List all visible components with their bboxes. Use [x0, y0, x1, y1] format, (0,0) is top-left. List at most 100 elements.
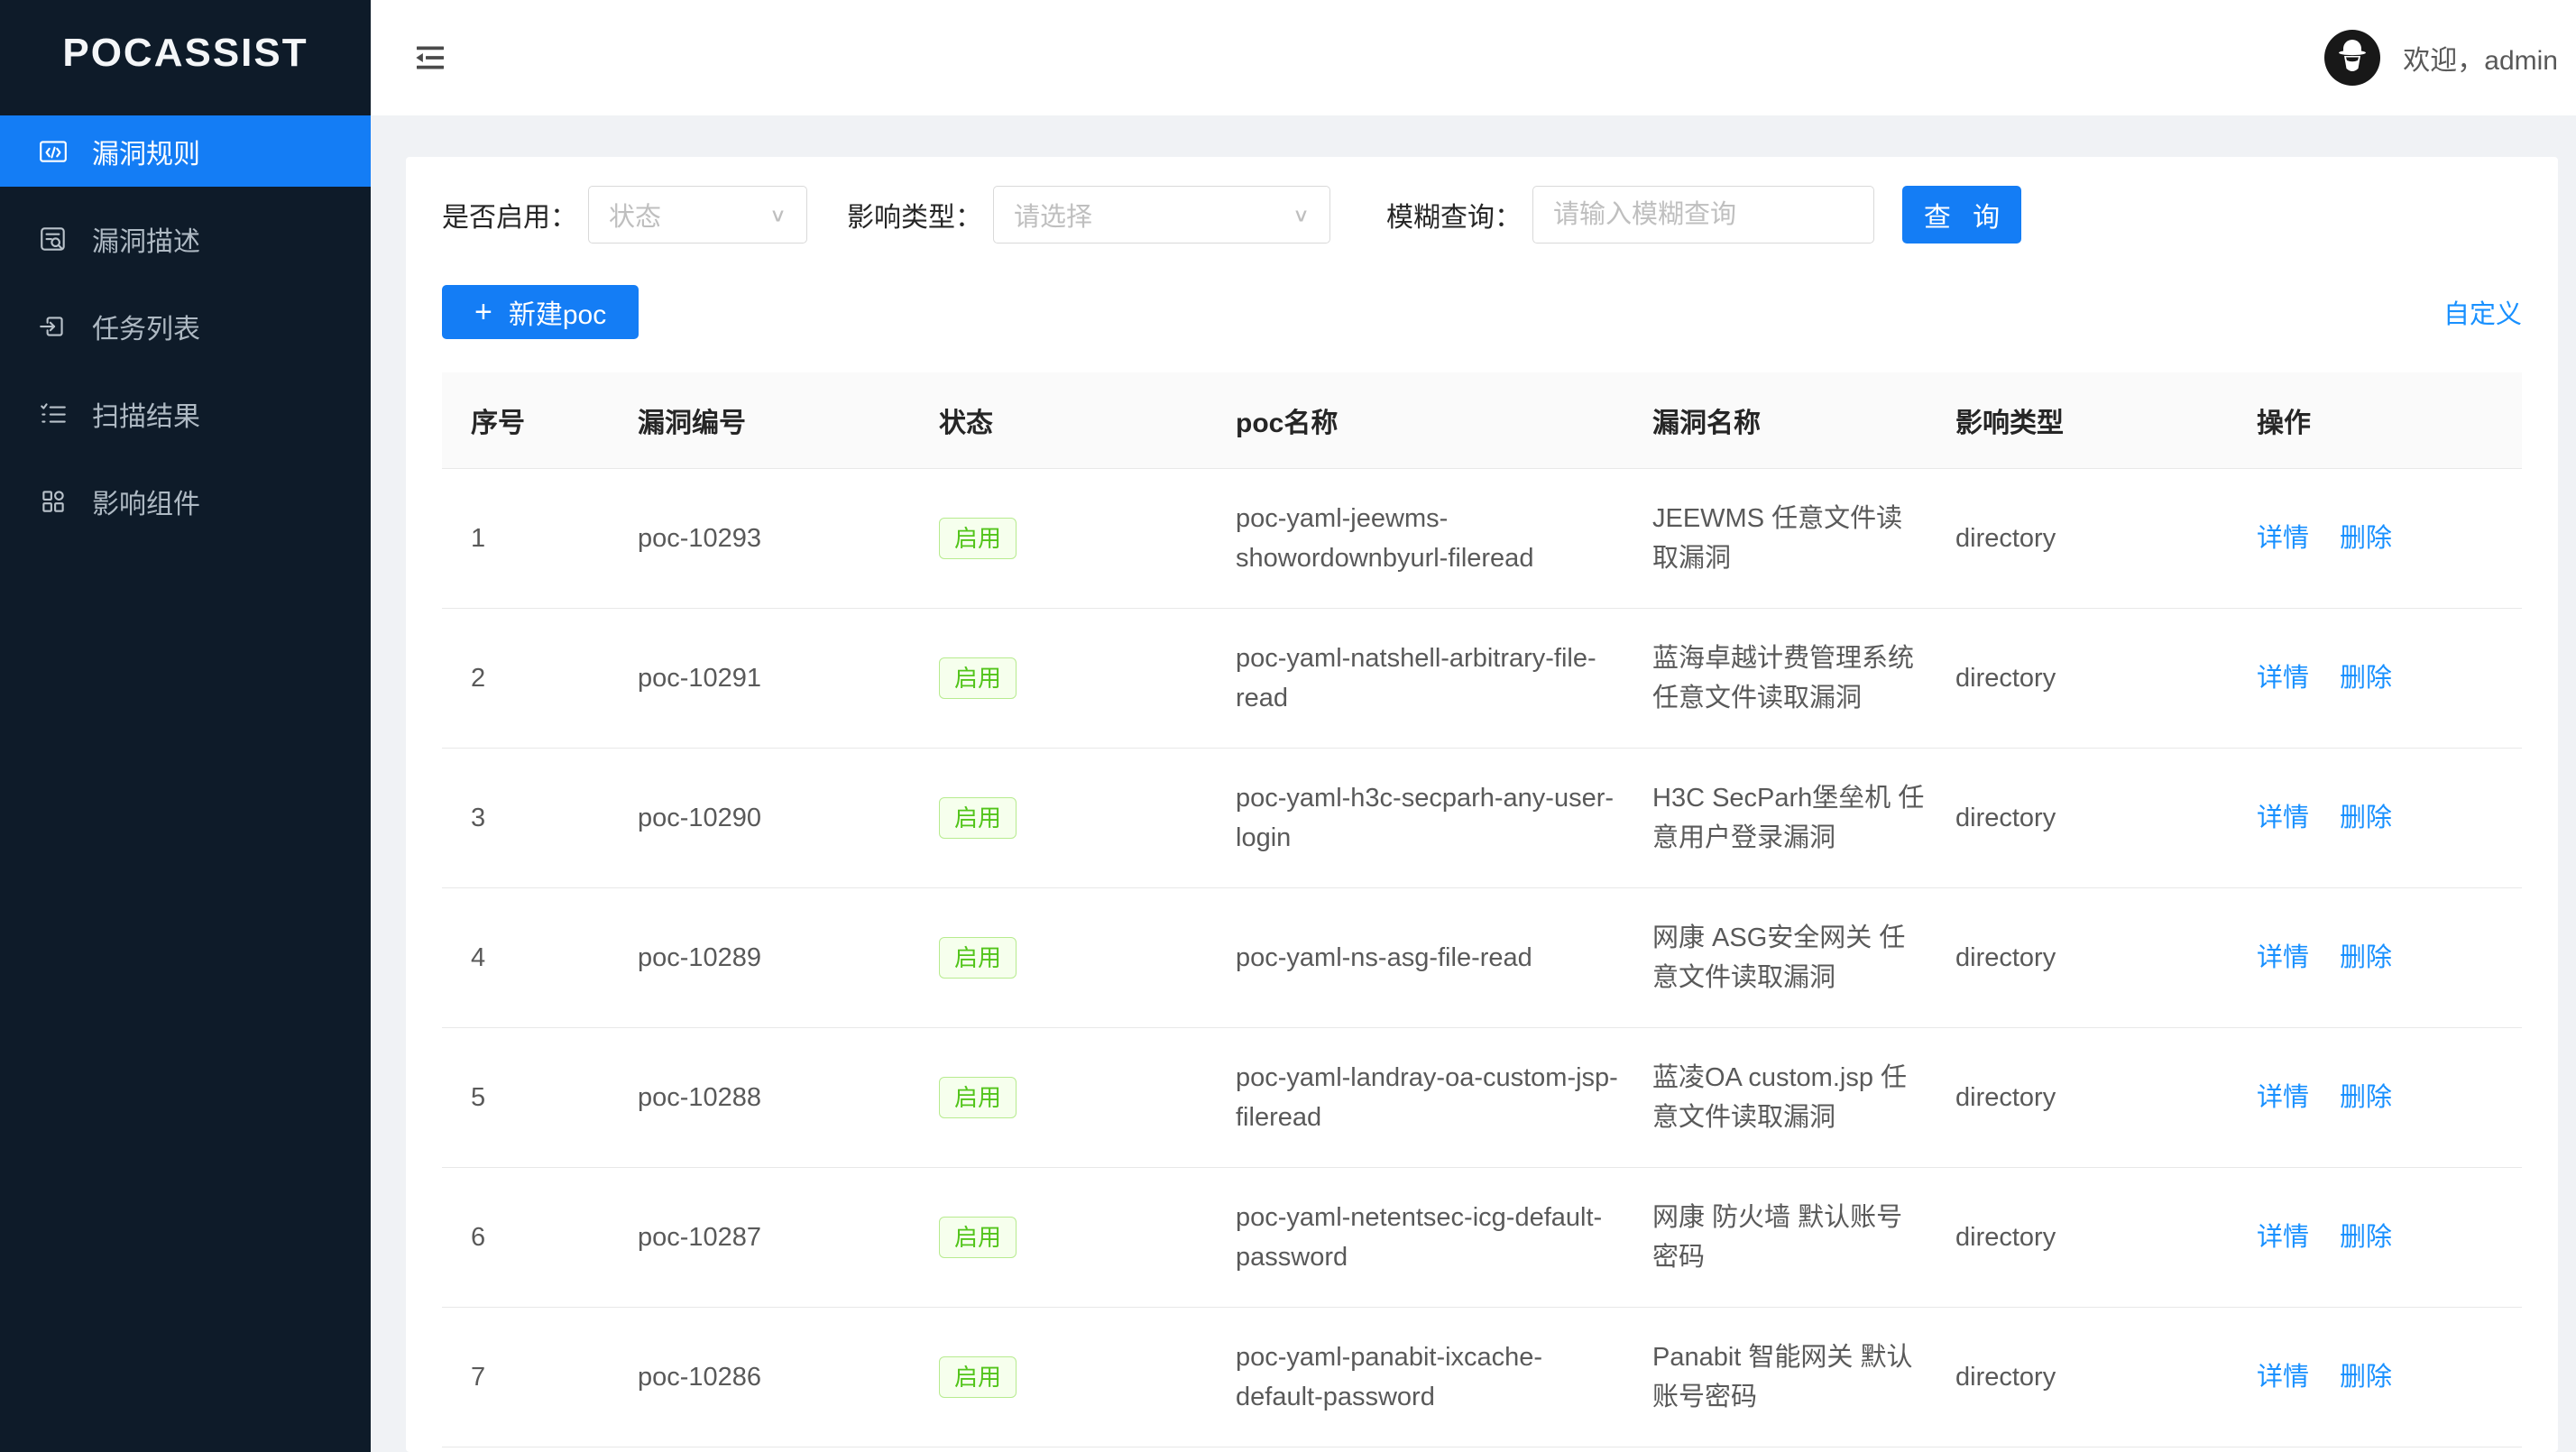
status-badge: 启用 [939, 937, 1017, 979]
cell-vul-id: poc-10287 [609, 1167, 910, 1307]
impact-select-placeholder: 请选择 [1014, 196, 1092, 234]
sidebar-item-vul-description[interactable]: 漏洞描述 [0, 203, 371, 274]
detail-link[interactable]: 详情 [2257, 1083, 2309, 1112]
delete-link[interactable]: 删除 [2340, 664, 2392, 693]
sidebar-item-label: 漏洞描述 [92, 219, 200, 259]
impact-type-select[interactable]: 请选择 ∨ [993, 186, 1330, 244]
table-row: 5 poc-10288 启用 poc-yaml-landray-oa-custo… [442, 1027, 2522, 1167]
status-badge: 启用 [939, 1217, 1017, 1258]
delete-link[interactable]: 删除 [2340, 943, 2392, 972]
cell-affects: directory [1927, 887, 2228, 1027]
delete-link[interactable]: 删除 [2340, 524, 2392, 553]
enable-filter-label: 是否启用： [442, 195, 577, 234]
sidebar-item-scan-results[interactable]: 扫描结果 [0, 378, 371, 449]
content: 是否启用： 状态 ∨ 影响类型： 请选择 ∨ 模糊查询： 查 询 [371, 115, 2576, 1452]
check-list-icon [38, 399, 69, 429]
cell-poc-name: poc-yaml-jeewms-showordownbyurl-fileread [1207, 468, 1624, 608]
components-grid-icon [38, 486, 69, 517]
fuzzy-search-input[interactable] [1532, 186, 1874, 244]
status-badge: 启用 [939, 797, 1017, 839]
cell-vul-name: 蓝凌OA custom.jsp 任意文件读取漏洞 [1624, 1027, 1927, 1167]
welcome-text: 欢迎，admin [2403, 38, 2558, 78]
detail-link[interactable]: 详情 [2257, 664, 2309, 693]
col-vul-id: 漏洞编号 [609, 372, 910, 468]
sidebar-item-vul-rules[interactable]: 漏洞规则 [0, 115, 371, 187]
status-select[interactable]: 状态 ∨ [588, 186, 807, 244]
cell-index: 6 [442, 1167, 609, 1307]
chevron-down-icon: ∨ [1293, 204, 1310, 226]
cell-affects: directory [1927, 1307, 2228, 1447]
status-badge: 启用 [939, 1077, 1017, 1118]
cell-index: 5 [442, 1027, 609, 1167]
new-poc-button[interactable]: + 新建poc [442, 285, 639, 339]
customize-link[interactable]: 自定义 [2443, 293, 2522, 331]
detail-link[interactable]: 详情 [2257, 524, 2309, 553]
table-header-row: 序号 漏洞编号 状态 poc名称 漏洞名称 影响类型 操作 [442, 372, 2522, 468]
filter-row: 是否启用： 状态 ∨ 影响类型： 请选择 ∨ 模糊查询： 查 询 [442, 186, 2522, 244]
sidebar-menu: 漏洞规则 漏洞描述 任务列表 [0, 106, 371, 537]
sidebar-item-affected-components[interactable]: 影响组件 [0, 465, 371, 537]
search-button[interactable]: 查 询 [1902, 186, 2021, 244]
table-row: 3 poc-10290 启用 poc-yaml-h3c-secparh-any-… [442, 748, 2522, 887]
fuzzy-filter-label: 模糊查询： [1386, 195, 1522, 234]
app-root: POCASSIST 漏洞规则 漏洞描述 [0, 0, 2576, 1452]
delete-link[interactable]: 删除 [2340, 804, 2392, 832]
sidebar-item-label: 漏洞规则 [92, 132, 200, 171]
delete-link[interactable]: 删除 [2340, 1363, 2392, 1392]
impact-filter-label: 影响类型： [847, 195, 982, 234]
cell-affects: directory [1927, 468, 2228, 608]
table-row: 7 poc-10286 启用 poc-yaml-panabit-ixcache-… [442, 1307, 2522, 1447]
cell-vul-id: poc-10289 [609, 887, 910, 1027]
topbar: 欢迎，admin [371, 0, 2576, 115]
table-toolbar: + 新建poc 自定义 [442, 285, 2522, 339]
col-actions: 操作 [2228, 372, 2522, 468]
cell-vul-id: poc-10286 [609, 1307, 910, 1447]
cell-poc-name: poc-yaml-netentsec-icg-default-password [1207, 1167, 1624, 1307]
file-search-icon [38, 224, 69, 254]
cell-index: 4 [442, 887, 609, 1027]
delete-link[interactable]: 删除 [2340, 1083, 2392, 1112]
status-badge: 启用 [939, 518, 1017, 559]
cell-affects: directory [1927, 748, 2228, 887]
detail-link[interactable]: 详情 [2257, 943, 2309, 972]
cell-vul-id: poc-10288 [609, 1027, 910, 1167]
hacker-avatar-icon[interactable] [2323, 29, 2381, 87]
cell-affects: directory [1927, 608, 2228, 748]
cell-vul-name: H3C SecParh堡垒机 任意用户登录漏洞 [1624, 748, 1927, 887]
cell-vul-name: 网康 防火墙 默认账号密码 [1624, 1167, 1927, 1307]
cell-index: 2 [442, 608, 609, 748]
table-row: 4 poc-10289 启用 poc-yaml-ns-asg-file-read… [442, 887, 2522, 1027]
cell-affects: directory [1927, 1167, 2228, 1307]
cell-poc-name: poc-yaml-h3c-secparh-any-user-login [1207, 748, 1624, 887]
poc-table: 序号 漏洞编号 状态 poc名称 漏洞名称 影响类型 操作 1 poc-1029 [442, 372, 2522, 1447]
col-index: 序号 [442, 372, 609, 468]
cell-poc-name: poc-yaml-ns-asg-file-read [1207, 887, 1624, 1027]
cell-vul-name: Panabit 智能网关 默认账号密码 [1624, 1307, 1927, 1447]
sidebar: POCASSIST 漏洞规则 漏洞描述 [0, 0, 371, 1452]
cell-poc-name: poc-yaml-panabit-ixcache-default-passwor… [1207, 1307, 1624, 1447]
detail-link[interactable]: 详情 [2257, 804, 2309, 832]
code-window-icon [38, 136, 69, 167]
cell-poc-name: poc-yaml-landray-oa-custom-jsp-fileread [1207, 1027, 1624, 1167]
cell-vul-id: poc-10290 [609, 748, 910, 887]
table-row: 2 poc-10291 启用 poc-yaml-natshell-arbitra… [442, 608, 2522, 748]
sidebar-item-label: 影响组件 [92, 482, 200, 521]
cell-vul-name: 网康 ASG安全网关 任意文件读取漏洞 [1624, 887, 1927, 1027]
cell-vul-id: poc-10293 [609, 468, 910, 608]
delete-link[interactable]: 删除 [2340, 1223, 2392, 1252]
cell-index: 3 [442, 748, 609, 887]
cell-index: 7 [442, 1307, 609, 1447]
status-badge: 启用 [939, 657, 1017, 699]
status-badge: 启用 [939, 1356, 1017, 1398]
col-affects: 影响类型 [1927, 372, 2228, 468]
cell-affects: directory [1927, 1027, 2228, 1167]
user-box: 欢迎，admin [2323, 29, 2558, 87]
detail-link[interactable]: 详情 [2257, 1223, 2309, 1252]
menu-fold-icon[interactable] [410, 38, 450, 78]
app-logo: POCASSIST [0, 0, 371, 106]
cell-vul-name: JEEWMS 任意文件读取漏洞 [1624, 468, 1927, 608]
detail-link[interactable]: 详情 [2257, 1363, 2309, 1392]
col-vul-name: 漏洞名称 [1624, 372, 1927, 468]
sidebar-item-task-list[interactable]: 任务列表 [0, 290, 371, 362]
chevron-down-icon: ∨ [769, 204, 787, 226]
